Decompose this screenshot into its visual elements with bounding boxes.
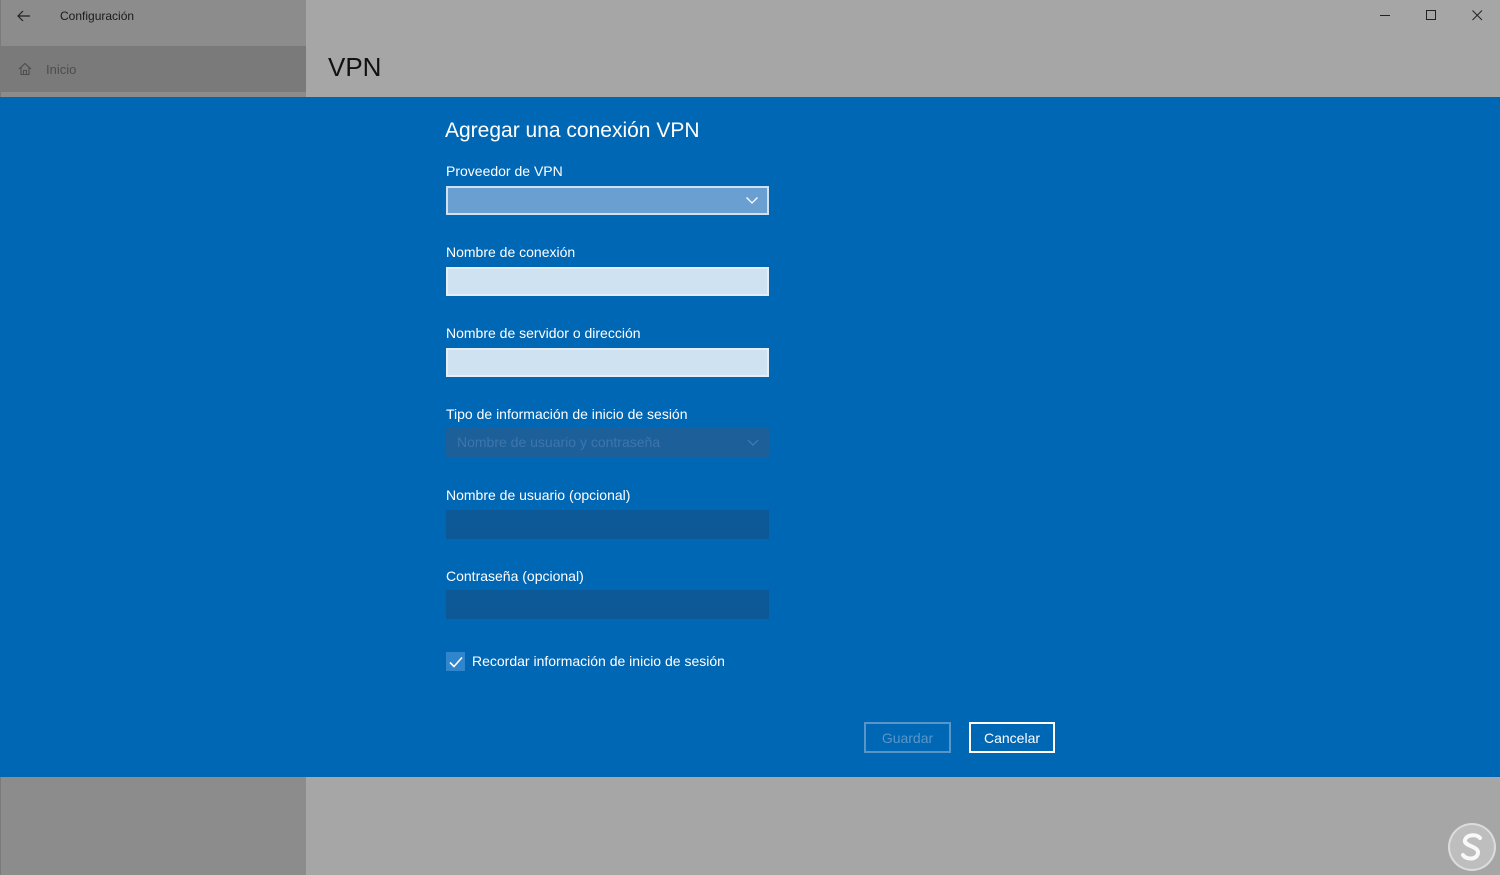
window-controls — [1362, 0, 1500, 30]
maximize-icon — [1425, 9, 1436, 20]
provider-select[interactable] — [446, 186, 769, 215]
signin-type-select[interactable]: Nombre de usuario y contraseña — [446, 428, 769, 458]
password-label: Contraseña (opcional) — [446, 568, 584, 584]
back-button[interactable] — [10, 4, 38, 28]
save-button[interactable]: Guardar — [864, 722, 951, 753]
connection-name-label: Nombre de conexión — [446, 244, 576, 260]
server-address-input[interactable] — [446, 348, 769, 377]
cancel-button[interactable]: Cancelar — [969, 722, 1055, 753]
maximize-button[interactable] — [1408, 0, 1454, 30]
add-vpn-dialog: Agregar una conexión VPN Proveedor de VP… — [0, 97, 1500, 777]
signin-type-value: Nombre de usuario y contraseña — [457, 434, 661, 450]
app-title: Configuración — [60, 9, 135, 23]
sidebar-item-label: Inicio — [46, 61, 77, 77]
server-label: Nombre de servidor o dirección — [446, 325, 641, 341]
minimize-icon — [1379, 14, 1390, 16]
watermark-logo — [1448, 823, 1496, 871]
home-icon — [17, 61, 33, 77]
password-input[interactable] — [446, 590, 769, 619]
sidebar-item-home[interactable]: Inicio — [1, 46, 306, 92]
checkmark-icon — [448, 656, 463, 668]
page-title: VPN — [328, 52, 382, 82]
remember-label: Recordar información de inicio de sesión — [472, 653, 725, 669]
dialog-title: Agregar una conexión VPN — [445, 119, 700, 142]
close-icon — [1471, 9, 1482, 20]
username-label: Nombre de usuario (opcional) — [446, 487, 631, 503]
chevron-down-icon — [747, 439, 759, 446]
close-button[interactable] — [1454, 0, 1500, 30]
connection-name-input[interactable] — [446, 267, 769, 296]
chevron-down-icon — [746, 197, 758, 204]
remember-checkbox[interactable] — [446, 652, 465, 671]
provider-label: Proveedor de VPN — [446, 163, 563, 179]
logo-icon — [1461, 833, 1482, 861]
title-bar: Configuración — [0, 0, 1500, 34]
minimize-button[interactable] — [1362, 0, 1408, 30]
back-arrow-icon — [17, 10, 30, 22]
signin-type-label: Tipo de información de inicio de sesión — [446, 406, 688, 422]
username-input[interactable] — [446, 510, 769, 539]
